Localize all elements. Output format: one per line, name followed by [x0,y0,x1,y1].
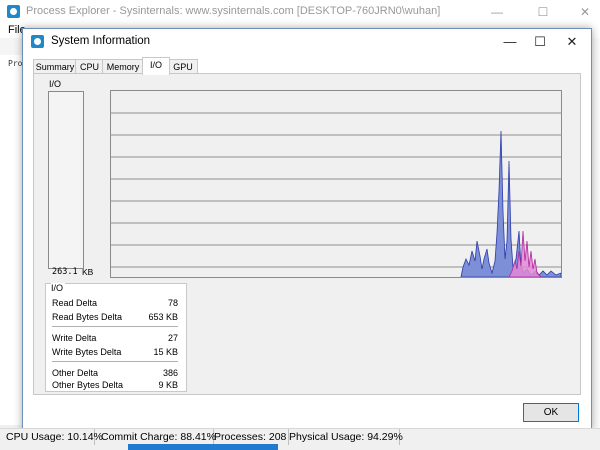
dialog-app-icon [31,35,44,48]
stat-label: Other Delta [52,368,99,378]
dialog-title: System Information [51,35,151,47]
io-current-value: 263.1 [52,267,78,277]
stat-other-delta: Other Delta 386 [52,368,178,380]
stat-label: Read Bytes Delta [52,312,123,322]
tab-memory[interactable]: Memory [102,59,144,74]
io-current-unit: KB [82,267,94,277]
system-information-dialog: System Information — ☐ ✕ Summary CPU Mem… [22,28,592,430]
stat-value: 78 [167,298,178,308]
stat-value: 27 [167,333,178,343]
stat-read-delta: Read Delta 78 [52,298,178,310]
status-processes: Processes: 208 [208,429,289,445]
stat-label: Other Bytes Delta [52,380,124,390]
dialog-minimize-button[interactable]: — [493,29,527,55]
write-io-series [508,230,542,277]
main-titlebar: Process Explorer - Sysinternals: www.sys… [0,0,600,24]
io-stats-title: I/O [51,283,66,293]
stat-label: Write Bytes Delta [52,347,122,357]
status-bar: CPU Usage: 10.14% Commit Charge: 88.41% … [0,428,600,445]
ok-button[interactable]: OK [523,403,579,422]
stat-read-bytes-delta: Read Bytes Delta 653 KB [52,312,178,324]
stat-value: 9 KB [158,380,178,390]
stat-other-bytes-delta: Other Bytes Delta 9 KB [52,380,178,392]
dialog-titlebar[interactable]: System Information — ☐ ✕ [23,29,591,55]
taskbar-highlight [128,444,278,450]
status-cpu-usage: CPU Usage: 10.14% [0,429,103,445]
stat-write-delta: Write Delta 27 [52,333,178,345]
dialog-maximize-button[interactable]: ☐ [523,29,557,55]
read-io-series [460,130,561,277]
dialog-close-button[interactable]: ✕ [555,29,589,55]
io-history-graph [110,90,562,278]
tab-gpu[interactable]: GPU [168,59,198,74]
io-tab-panel: I/O 263.1 KB I/O Read Delta 78 Read Byte… [33,73,581,395]
tab-io[interactable]: I/O [142,57,170,75]
io-graph-label: I/O [49,79,62,89]
status-physical-usage: Physical Usage: 94.29% [283,429,403,445]
stat-write-bytes-delta: Write Bytes Delta 15 KB [52,347,178,359]
main-minimize-button[interactable]: — [482,0,512,24]
tab-summary[interactable]: Summary [33,59,77,74]
main-window-title: Process Explorer - Sysinternals: www.sys… [26,5,441,17]
stat-label: Write Delta [52,333,97,343]
stat-value: 386 [162,368,178,378]
stat-divider [52,361,178,362]
stat-label: Read Delta [52,298,98,308]
io-stats-group: I/O Read Delta 78 Read Bytes Delta 653 K… [45,283,187,392]
io-current-meter [48,91,84,269]
main-close-button[interactable]: ✕ [570,0,600,24]
tab-cpu[interactable]: CPU [75,59,104,74]
stat-value: 653 KB [148,312,178,322]
status-commit-charge: Commit Charge: 88.41% [95,429,216,445]
io-history-plot [111,112,561,277]
stat-divider [52,326,178,327]
graph-gridlines [111,112,561,268]
process-explorer-app-icon [7,5,20,18]
stat-value: 15 KB [153,347,178,357]
main-maximize-button[interactable]: ☐ [528,0,558,24]
main-process-list-edge: Proc [0,55,27,425]
